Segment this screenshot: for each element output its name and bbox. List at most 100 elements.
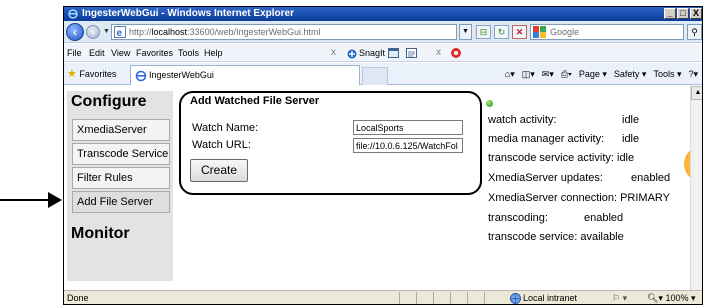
url-field[interactable]: e http://localhost:33600/web/IngesterWeb… — [111, 24, 457, 40]
status-cell — [467, 292, 482, 304]
status-bar: Done Local intranet ⚐ ▾ 🔍︎▾ 100% ▾ — [64, 290, 702, 304]
url-host: localhost — [151, 27, 188, 37]
command-bar: ⌂▾ ◫▾ ✉▾ ⎙▾ Page ▾ Safety ▾ Tools ▾ ?▾ — [505, 63, 698, 85]
intranet-globe-icon — [510, 293, 521, 304]
window-controls: _ □ X — [664, 8, 702, 19]
toolbar-close-icon[interactable]: x — [331, 44, 336, 62]
home-icon[interactable]: ⌂▾ — [505, 63, 515, 85]
status-label: watch activity: — [488, 114, 557, 126]
status-value: idle — [622, 133, 640, 145]
url-prefix: http:// — [129, 27, 152, 37]
menu-favorites[interactable]: Favorites — [136, 44, 173, 62]
recent-pages-dropdown-icon[interactable]: ▼ — [103, 28, 110, 35]
status-value: enabled — [584, 212, 624, 224]
forward-arrow-icon[interactable]: › — [86, 25, 100, 39]
new-tab-button[interactable] — [362, 67, 388, 85]
tab-title: IngesterWebGui — [149, 70, 214, 80]
address-bar: ‹ › ▼ e http://localhost:33600/web/Inges… — [64, 21, 702, 43]
status-xmediaserver-connection: XmediaServer connection: PRIMARY — [488, 192, 670, 204]
status-label: XmediaServer updates: — [488, 172, 603, 184]
monitor-heading[interactable]: Monitor — [71, 225, 130, 243]
compatibility-view-icon[interactable]: ⊟ — [476, 25, 491, 39]
zoom-level[interactable]: 🔍︎▾ 100% ▾ — [647, 291, 696, 304]
snagit-label: SnagIt — [359, 48, 386, 58]
search-input[interactable]: Google — [530, 24, 684, 40]
create-button[interactable]: Create — [190, 159, 248, 182]
add-watched-file-server-panel: Add Watched File Server Watch Name: Watc… — [179, 91, 482, 195]
status-cell — [399, 292, 414, 304]
protected-mode-icon[interactable]: ⚐ ▾ — [612, 291, 627, 304]
page-icon: e — [114, 26, 126, 38]
tools-menu[interactable]: Tools ▾ — [653, 63, 681, 85]
google-logo-icon — [533, 26, 546, 38]
url-dropdown-icon[interactable]: ▼ — [459, 24, 472, 40]
status-value: PRIMARY — [620, 192, 670, 204]
mail-icon[interactable]: ✉▾ — [542, 63, 554, 85]
sidebar-item-xmediaserver[interactable]: XmediaServer — [72, 119, 170, 141]
capture-window-icon[interactable] — [388, 48, 399, 58]
menu-tools[interactable]: Tools — [178, 44, 199, 62]
favorites-button[interactable]: ★ Favorites — [67, 63, 116, 85]
status-indicator-icon — [486, 100, 493, 107]
sidebar: Configure XmediaServer Transcode Service… — [67, 91, 173, 281]
search-placeholder: Google — [550, 27, 580, 37]
refresh-icon[interactable]: ↻ — [494, 25, 509, 39]
url-path: :33600/web/IngesterWebGui.html — [187, 27, 321, 37]
status-label: transcode service: — [488, 231, 578, 243]
status-transcoding: transcoding: enabled — [488, 212, 623, 224]
status-label: XmediaServer connection: — [488, 192, 618, 204]
watch-url-label: Watch URL: — [192, 139, 251, 151]
ie-logo-icon — [68, 9, 78, 19]
status-cell — [484, 292, 499, 304]
tab-ingesterwebgui[interactable]: IngesterWebGui — [130, 65, 360, 85]
help-icon[interactable]: ?▾ — [688, 63, 698, 85]
annotation-arrow — [0, 192, 62, 208]
watch-name-label: Watch Name: — [192, 122, 259, 134]
print-icon[interactable]: ⎙▾ — [561, 63, 572, 85]
safety-menu[interactable]: Safety ▾ — [614, 63, 647, 85]
toolbar-close-icon-2[interactable]: x — [436, 44, 441, 62]
zoom-label: 100% — [665, 293, 689, 303]
page-viewport: Configure XmediaServer Transcode Service… — [64, 86, 702, 290]
status-value: idle — [617, 152, 635, 164]
stop-icon[interactable]: ✕ — [512, 25, 527, 39]
menu-file[interactable]: File — [67, 44, 82, 62]
maximize-button[interactable]: □ — [677, 8, 689, 19]
menu-view[interactable]: View — [111, 44, 130, 62]
favorites-label: Favorites — [79, 69, 117, 79]
watch-name-input[interactable] — [353, 120, 463, 135]
status-cell — [450, 292, 465, 304]
page-menu[interactable]: Page ▾ — [579, 63, 607, 85]
status-label: transcoding: — [488, 212, 548, 224]
status-media-manager-activity: media manager activity: idle — [488, 133, 639, 145]
minimize-button[interactable]: _ — [664, 8, 676, 19]
menu-help[interactable]: Help — [204, 44, 223, 62]
status-label: transcode service activity: — [488, 152, 614, 164]
sidebar-item-add-file-server[interactable]: Add File Server — [72, 191, 170, 213]
tab-page-icon — [135, 70, 147, 81]
window-title: IngesterWebGui - Windows Internet Explor… — [82, 8, 294, 19]
watch-url-input[interactable] — [353, 138, 463, 153]
capture-page-icon[interactable] — [406, 48, 417, 58]
menu-bar: File Edit View Favorites Tools Help x Sn… — [64, 44, 702, 62]
scroll-up-arrow-icon[interactable]: ▲ — [691, 86, 702, 100]
search-icon[interactable]: ⚲ — [687, 24, 702, 40]
close-button[interactable]: X — [690, 8, 702, 19]
svg-text:e: e — [117, 28, 123, 38]
menu-edit[interactable]: Edit — [89, 44, 105, 62]
sidebar-item-transcode-service[interactable]: Transcode Service — [72, 143, 170, 165]
feeds-icon[interactable]: ◫▾ — [522, 63, 535, 85]
vertical-scrollbar[interactable]: ▲ — [690, 86, 702, 290]
security-zone[interactable]: Local intranet — [510, 291, 577, 304]
favorites-bar: ★ Favorites IngesterWebGui ⌂▾ ◫▾ ✉▾ ⎙▾ P… — [64, 63, 702, 85]
status-cell — [416, 292, 431, 304]
sidebar-item-filter-rules[interactable]: Filter Rules — [72, 167, 170, 189]
back-arrow-icon[interactable]: ‹ — [66, 23, 84, 41]
status-value: enabled — [631, 172, 671, 184]
configure-heading: Configure — [71, 93, 147, 110]
snagit-button[interactable]: SnagIt — [347, 44, 385, 62]
status-label: media manager activity: — [488, 133, 605, 145]
snagit-icon — [347, 49, 357, 59]
addon-icon[interactable] — [450, 47, 462, 59]
status-cell — [433, 292, 448, 304]
